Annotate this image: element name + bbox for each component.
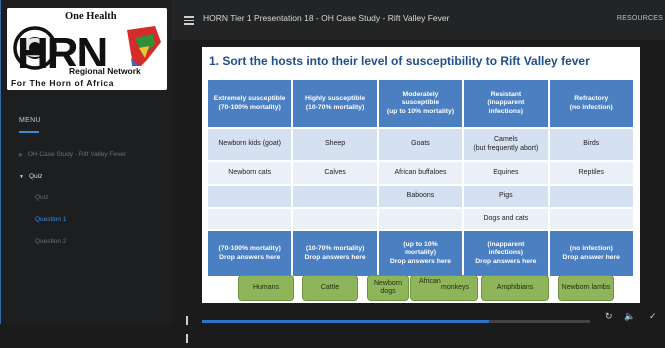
- table-cell: Sheep: [292, 128, 378, 161]
- table-cell: Dogs and cats: [463, 208, 549, 230]
- drag-chip-african-monkeys[interactable]: African monkeys: [410, 275, 478, 301]
- table-row: Newborn cats Calves African buffaloes Eq…: [207, 161, 634, 185]
- drop-zone-resistant[interactable]: (inapparent infections) Drop answers here: [463, 230, 549, 277]
- drop-zone-row: (70-100% mortality) Drop answers here (10…: [207, 230, 634, 277]
- drop-zone-moderately-susceptible[interactable]: (up to 10% mortality) Drop answers here: [377, 230, 464, 277]
- table-cell: [207, 185, 293, 208]
- table-cell: [292, 185, 378, 208]
- chip-label: African: [419, 278, 441, 285]
- menu-underline: [19, 131, 39, 133]
- sorting-table: Extremely susceptible (70-100% mortality)…: [207, 79, 634, 277]
- pause-icon[interactable]: [186, 312, 192, 343]
- logo-line3: For The Horn of Africa: [11, 78, 114, 88]
- drag-chip-amphibians[interactable]: Amphibians: [481, 275, 549, 301]
- progress-bar[interactable]: [202, 320, 590, 323]
- drag-chip-newborn-dogs[interactable]: Newborn dogs: [367, 275, 409, 301]
- logo-line2: Regional Network: [69, 66, 141, 76]
- table-cell: Newborn cats: [207, 161, 293, 185]
- drop-zone-extremely-susceptible[interactable]: (70-100% mortality) Drop answers here: [207, 230, 293, 277]
- chevron-right-icon: ▶: [19, 152, 23, 158]
- table-cell: Calves: [292, 161, 378, 185]
- drag-chip-humans[interactable]: Humans: [238, 275, 294, 301]
- header-cell-refractory: Refractory (no infection): [548, 79, 634, 128]
- logo-line1: One Health: [65, 11, 117, 22]
- table-cell: African buffaloes: [377, 161, 464, 185]
- sidebar: One Health HRN Regional Network For The …: [0, 0, 172, 324]
- table-cell: Birds: [548, 128, 634, 161]
- table-cell: [292, 208, 378, 230]
- table-cell: Newborn kids (goat): [207, 128, 293, 161]
- drop-zone-refractory[interactable]: (no infection) Drop answer here: [548, 230, 634, 277]
- table-header-row: Extremely susceptible (70-100% mortality)…: [207, 79, 634, 128]
- horn-logo-graphic: One Health HRN Regional Network For The …: [7, 8, 167, 90]
- sidebar-item-label: Question 2: [35, 238, 67, 245]
- menu-label: MENU: [19, 117, 41, 124]
- progress-fill: [202, 320, 490, 323]
- table-row: Baboons Pigs: [207, 185, 634, 208]
- check-icon[interactable]: ✓: [649, 311, 657, 322]
- slide-title: 1. Sort the hosts into their level of su…: [209, 54, 590, 68]
- header-cell-highly-susceptible: Highly susceptible (10-70% mortality): [292, 79, 378, 128]
- sidebar-item-question-2[interactable]: Question 2: [35, 238, 66, 245]
- drag-chip-cattle[interactable]: Cattle: [302, 275, 358, 301]
- table-cell: [548, 208, 634, 230]
- sidebar-item-case-study[interactable]: ▶ OH Case Study - Rift Valley Fever: [19, 151, 126, 158]
- replay-icon[interactable]: ↻: [605, 311, 613, 322]
- volume-icon[interactable]: 🔈: [624, 311, 635, 322]
- table-cell: Goats: [377, 128, 464, 161]
- header-cell-extremely-susceptible: Extremely susceptible (70-100% mortality): [207, 79, 293, 128]
- table-cell: [377, 208, 464, 230]
- chip-label: monkeys: [440, 283, 469, 291]
- chevron-down-icon: ▼: [19, 174, 24, 180]
- sidebar-item-label: OH Case Study - Rift Valley Fever: [27, 151, 126, 158]
- sidebar-item-label: Quiz: [28, 173, 43, 180]
- table-cell: Pigs: [463, 185, 549, 208]
- sidebar-item-quiz[interactable]: Quiz: [35, 194, 48, 201]
- table-row: Newborn kids (goat) Sheep Goats Camels (…: [207, 128, 634, 161]
- hamburger-menu-icon[interactable]: [184, 16, 194, 25]
- table-cell: [207, 208, 293, 230]
- table-cell: Camels (but frequently abort): [463, 128, 549, 161]
- drop-zone-highly-susceptible[interactable]: (10-70% mortality) Drop answers here: [292, 230, 378, 277]
- drag-chip-newborn-lambs[interactable]: Newborn lambs: [558, 275, 614, 301]
- header-cell-moderately-susceptible: Moderately susceptible (up to 10% mortalit…: [377, 79, 464, 128]
- player-controls: ↻ 🔈 ✓: [172, 309, 665, 343]
- horn-logo: One Health HRN Regional Network For The …: [7, 8, 167, 90]
- resources-button[interactable]: RESOURCES: [617, 15, 663, 22]
- header-cell-resistant: Resistant (inapparent infections): [463, 79, 549, 128]
- slide-canvas: 1. Sort the hosts into their level of su…: [202, 47, 640, 303]
- sidebar-item-label: Quiz: [35, 194, 49, 201]
- sidebar-item-question-1[interactable]: Question 1: [35, 216, 66, 223]
- sidebar-item-label: Question 1: [35, 216, 67, 223]
- draggable-answers: Humans Cattle Newborn dogs African monke…: [238, 275, 628, 301]
- sidebar-item-quiz-section[interactable]: ▼ Quiz: [19, 173, 42, 180]
- player-frame: One Health HRN Regional Network For The …: [0, 0, 665, 343]
- table-row: Dogs and cats: [207, 208, 634, 230]
- table-cell: Reptiles: [548, 161, 634, 185]
- table-cell: [548, 185, 634, 208]
- table-cell: Equines: [463, 161, 549, 185]
- top-bar: HORN Tier 1 Presentation 18 - OH Case St…: [172, 0, 665, 40]
- presentation-title: HORN Tier 1 Presentation 18 - OH Case St…: [203, 13, 450, 23]
- table-cell: Baboons: [377, 185, 464, 208]
